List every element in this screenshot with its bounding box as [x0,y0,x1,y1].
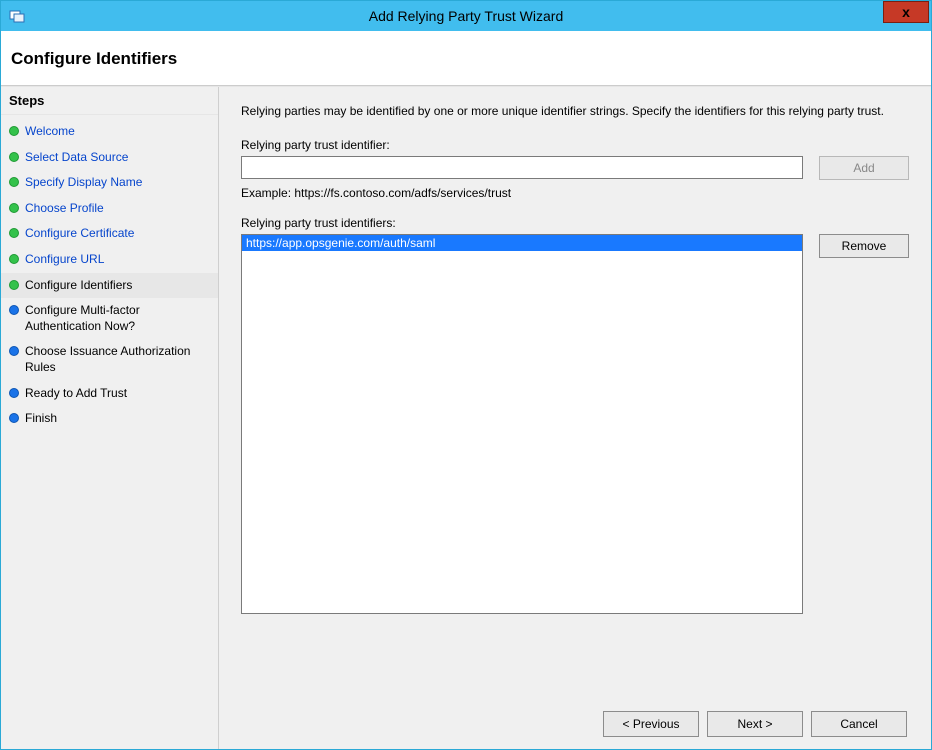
add-button[interactable]: Add [819,156,909,180]
step-item: Configure Identifiers [1,273,218,299]
identifier-input-row: Add [241,156,909,180]
cancel-button[interactable]: Cancel [811,711,907,737]
titlebar: Add Relying Party Trust Wizard x [1,1,931,31]
page-header: Configure Identifiers [1,31,931,86]
body: Steps Welcome Select Data Source Specify D… [1,86,931,749]
step-bullet-icon [9,254,19,264]
steps-list: Welcome Select Data Source Specify Display… [1,115,218,436]
step-label: Configure Multi-factor Authentication No… [25,303,210,334]
step-bullet-icon [9,203,19,213]
step-item[interactable]: Select Data Source [1,145,218,171]
wizard-footer: < Previous Next > Cancel [241,711,909,737]
step-bullet-icon [9,177,19,187]
close-button[interactable]: x [883,1,929,23]
main-panel: Relying parties may be identified by one… [219,87,931,749]
step-label: Finish [25,411,57,427]
identifier-example-text: Example: https://fs.contoso.com/adfs/ser… [241,186,909,200]
step-item[interactable]: Specify Display Name [1,170,218,196]
step-bullet-icon [9,305,19,315]
step-label: Ready to Add Trust [25,386,127,402]
remove-button[interactable]: Remove [819,234,909,258]
identifier-input-label: Relying party trust identifier: [241,138,909,152]
instructions-text: Relying parties may be identified by one… [241,103,909,120]
identifier-input[interactable] [241,156,803,179]
step-item[interactable]: Configure Certificate [1,221,218,247]
step-bullet-icon [9,152,19,162]
step-item[interactable]: Welcome [1,119,218,145]
step-bullet-icon [9,413,19,423]
app-icon [9,8,25,24]
step-item: Configure Multi-factor Authentication No… [1,298,218,339]
step-label: Configure Certificate [25,226,134,242]
step-label: Specify Display Name [25,175,142,191]
identifiers-list-row: https://app.opsgenie.com/auth/saml Remov… [241,234,909,693]
step-item[interactable]: Configure URL [1,247,218,273]
step-label: Welcome [25,124,75,140]
step-bullet-icon [9,228,19,238]
step-bullet-icon [9,388,19,398]
step-item[interactable]: Choose Profile [1,196,218,222]
step-item: Finish [1,406,218,432]
identifier-list-item[interactable]: https://app.opsgenie.com/auth/saml [242,235,802,251]
steps-header: Steps [1,87,218,115]
next-button[interactable]: Next > [707,711,803,737]
step-bullet-icon [9,346,19,356]
window-title: Add Relying Party Trust Wizard [1,8,931,24]
page-title: Configure Identifiers [11,49,921,69]
previous-button[interactable]: < Previous [603,711,699,737]
identifiers-list-label: Relying party trust identifiers: [241,216,909,230]
step-item: Choose Issuance Authorization Rules [1,339,218,380]
list-side-buttons: Remove [819,234,909,258]
step-label: Select Data Source [25,150,128,166]
step-label: Configure URL [25,252,104,268]
wizard-window: Add Relying Party Trust Wizard x Configu… [0,0,932,750]
identifiers-listbox[interactable]: https://app.opsgenie.com/auth/saml [241,234,803,614]
steps-sidebar: Steps Welcome Select Data Source Specify D… [1,87,219,749]
step-label: Choose Profile [25,201,104,217]
step-label: Choose Issuance Authorization Rules [25,344,210,375]
step-bullet-icon [9,280,19,290]
step-label: Configure Identifiers [25,278,132,294]
step-bullet-icon [9,126,19,136]
step-item: Ready to Add Trust [1,381,218,407]
close-icon: x [902,4,910,20]
